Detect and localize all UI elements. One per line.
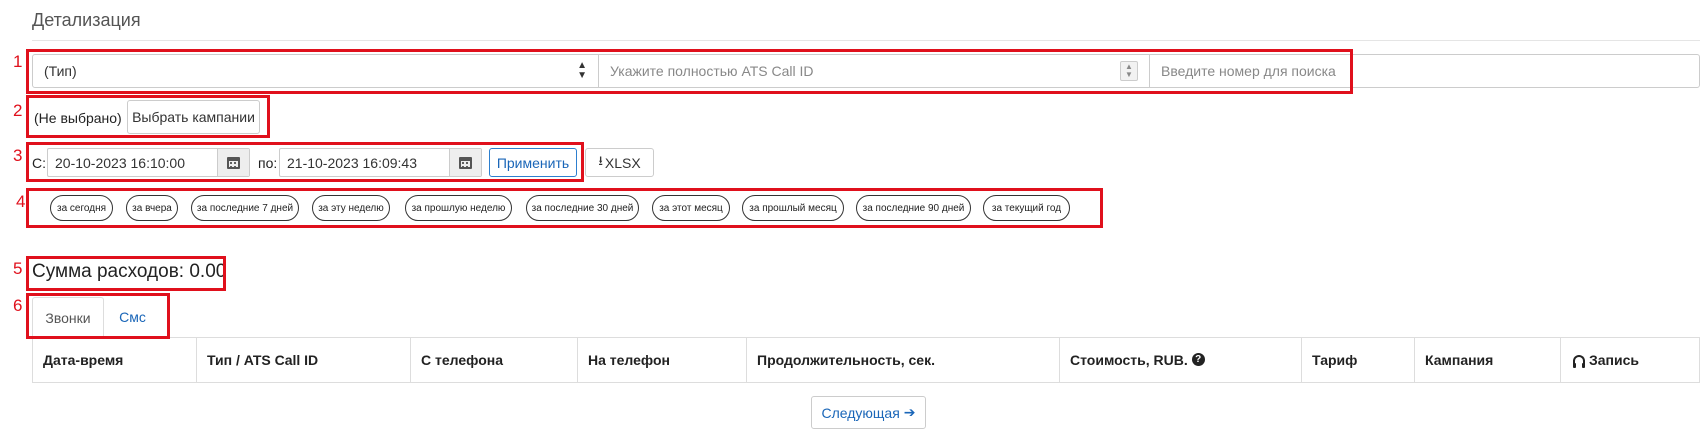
annotation-box-1 — [26, 49, 1353, 94]
column-header-to-phone: На телефон — [578, 337, 747, 382]
calls-table: Дата-время Тип / ATS Call ID С телефона … — [32, 337, 1700, 383]
arrow-right-icon: ➔ — [903, 404, 916, 420]
annotation-box-3 — [26, 142, 584, 182]
annotation-number-6: 6 — [13, 296, 23, 315]
annotation-box-6 — [26, 293, 170, 339]
export-xlsx-label: XLSX — [604, 154, 641, 171]
annotation-number-1: 1 — [13, 52, 23, 71]
recording-header-label: Запись — [1589, 351, 1640, 368]
download-icon: ⭳ — [598, 152, 603, 168]
cost-header-label: Стоимость, RUB. — [1070, 351, 1188, 368]
export-xlsx-button[interactable]: ⭳ XLSX — [585, 148, 654, 177]
annotation-box-4 — [26, 188, 1103, 228]
next-page-button[interactable]: Следующая ➔ — [811, 396, 926, 429]
title-divider — [32, 40, 1700, 41]
annotation-box-5 — [26, 256, 226, 291]
column-header-type-callid: Тип / ATS Call ID — [197, 337, 411, 382]
annotation-number-2: 2 — [13, 101, 23, 120]
column-header-campaign: Кампания — [1415, 337, 1561, 382]
question-circle-icon[interactable]: ? — [1191, 353, 1205, 366]
column-header-datetime: Дата-время — [33, 337, 197, 382]
column-header-recording: Запись — [1561, 337, 1700, 382]
annotation-number-4: 4 — [16, 192, 26, 211]
column-header-cost: Стоимость, RUB. ? — [1060, 337, 1302, 382]
column-header-from-phone: С телефона — [411, 337, 578, 382]
annotation-number-5: 5 — [13, 259, 23, 278]
column-header-duration: Продолжительность, сек. — [747, 337, 1060, 382]
page-title: Детализация — [32, 10, 141, 30]
annotation-box-2 — [26, 95, 270, 138]
column-header-tariff: Тариф — [1302, 337, 1415, 382]
next-page-label: Следующая — [821, 404, 900, 421]
headphones-icon — [1573, 354, 1585, 368]
annotation-number-3: 3 — [13, 146, 23, 165]
